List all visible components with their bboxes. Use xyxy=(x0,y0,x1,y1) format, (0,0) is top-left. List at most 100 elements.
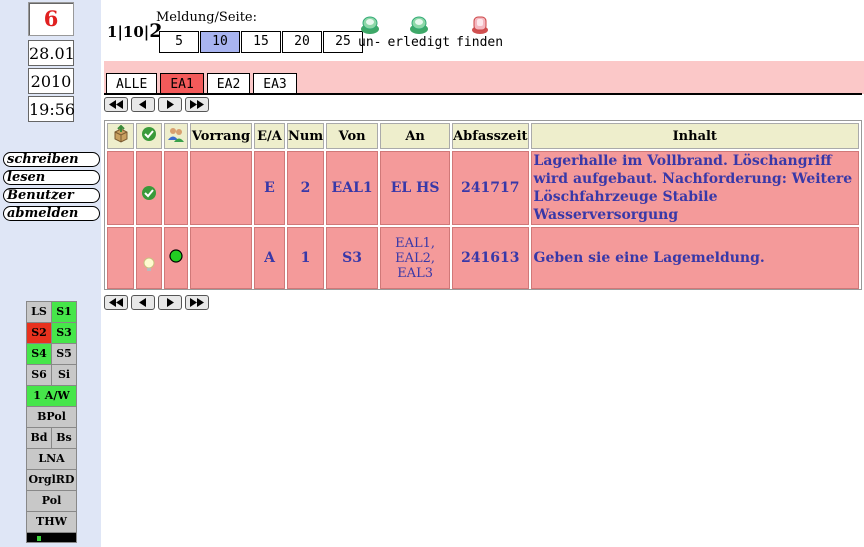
row-ea: E xyxy=(254,151,285,225)
done-button[interactable]: erledigt xyxy=(387,14,450,50)
per-page-5[interactable]: 5 xyxy=(159,31,199,53)
find-button[interactable]: finden xyxy=(456,14,503,50)
header-inhalt[interactable]: Inhalt xyxy=(530,123,859,149)
row-abfasszeit: 241717 xyxy=(452,151,529,225)
per-page-10[interactable]: 10 xyxy=(200,31,240,53)
right-icon xyxy=(167,298,174,307)
status-s2[interactable]: S2 xyxy=(27,323,52,343)
row-bulb-cell xyxy=(136,227,162,289)
tab-ea3[interactable]: EA3 xyxy=(253,73,297,94)
tab-underline xyxy=(104,93,862,95)
header-ea[interactable]: E/A xyxy=(254,123,285,149)
header-vorrang[interactable]: Vorrang xyxy=(190,123,252,149)
status-ls[interactable]: LS xyxy=(27,302,52,322)
double-right-icon xyxy=(190,298,204,307)
check-icon xyxy=(142,186,156,200)
message-counter: 6 xyxy=(28,2,74,36)
first-page-button[interactable] xyxy=(104,97,128,112)
page-indicator: 1|10|2 xyxy=(107,20,163,42)
toolbar: un- erledigt finden xyxy=(358,14,509,50)
per-page-20[interactable]: 20 xyxy=(282,31,322,53)
row-users-cell xyxy=(164,151,188,225)
pager-top xyxy=(104,97,212,112)
status-s3[interactable]: S3 xyxy=(52,323,76,343)
status-1aw[interactable]: 1 A/W xyxy=(27,386,76,406)
row-vorrang xyxy=(190,227,252,289)
header-num[interactable]: Num xyxy=(287,123,325,149)
status-s6[interactable]: S6 xyxy=(27,365,52,385)
date-display: 28.01 xyxy=(28,40,75,66)
right-icon xyxy=(167,100,174,109)
users-icon xyxy=(168,128,184,142)
status-bd[interactable]: Bd xyxy=(27,428,52,448)
header-abfasszeit[interactable]: Abfasszeit xyxy=(452,123,529,149)
tab-ea1[interactable]: EA1 xyxy=(160,73,204,94)
next-page-button[interactable] xyxy=(158,97,182,112)
per-page-25[interactable]: 25 xyxy=(323,31,363,53)
header-an[interactable]: An xyxy=(380,123,451,149)
nav-link-lesen[interactable]: lesen xyxy=(3,170,100,185)
header-von[interactable]: Von xyxy=(326,123,379,149)
row-ea: A xyxy=(254,227,285,289)
year-display: 2010 xyxy=(28,68,74,94)
status-s5[interactable]: S5 xyxy=(52,344,76,364)
double-left-icon xyxy=(109,100,123,109)
status-s4[interactable]: S4 xyxy=(27,344,52,364)
per-page-15[interactable]: 15 xyxy=(241,31,281,53)
next-page-button[interactable] xyxy=(158,295,182,310)
row-inhalt: Geben sie eine Lagemeldung. xyxy=(530,227,859,289)
row-von: EAL1 xyxy=(326,151,379,225)
header-check-col[interactable] xyxy=(136,123,162,149)
nav-link-abmelden[interactable]: abmelden xyxy=(3,206,100,221)
tab-ea2[interactable]: EA2 xyxy=(206,73,251,94)
tab-alle[interactable]: ALLE xyxy=(106,73,158,94)
prev-page-button[interactable] xyxy=(131,295,155,310)
last-page-button[interactable] xyxy=(185,97,209,112)
sidebar: 6 28.01 2010 19:56 schreiben lesen Benut… xyxy=(0,0,101,547)
last-page-button[interactable] xyxy=(185,295,209,310)
row-box-cell xyxy=(107,151,134,225)
status-pol[interactable]: Pol xyxy=(27,491,76,511)
done-label: erledigt xyxy=(387,35,451,50)
status-orglrd[interactable]: OrglRD xyxy=(27,470,76,490)
left-icon xyxy=(139,298,146,307)
table-header: Vorrang E/A Num Von An Abfasszeit Inhalt xyxy=(107,123,859,149)
check-icon xyxy=(142,127,156,141)
left-icon xyxy=(139,100,146,109)
status-bs[interactable]: Bs xyxy=(52,428,76,448)
row-vorrang xyxy=(190,151,252,225)
bulb-icon xyxy=(143,257,155,271)
row-inhalt: Lagerhalle im Vollbrand. Löschangriff wi… xyxy=(530,151,859,225)
row-num: 1 xyxy=(287,227,325,289)
header-box-col[interactable] xyxy=(107,123,134,149)
status-bpol[interactable]: BPol xyxy=(27,407,76,427)
nav-link-schreiben[interactable]: schreiben xyxy=(3,152,100,167)
find-label: finden xyxy=(456,35,504,50)
box-icon xyxy=(114,124,127,143)
status-si[interactable]: Si xyxy=(52,365,76,385)
row-an: EAL1, EAL2, EAL3 xyxy=(380,227,451,289)
table-row[interactable]: A 1 S3 EAL1, EAL2, EAL3 241613 Geben sie… xyxy=(107,227,859,289)
status-indicator-dot xyxy=(37,536,41,541)
status-thw[interactable]: THW xyxy=(27,512,76,532)
nav-link-benutzer[interactable]: Benutzer xyxy=(3,188,100,203)
nav-links: schreiben lesen Benutzer abmelden xyxy=(3,152,101,224)
status-s1[interactable]: S1 xyxy=(52,302,76,322)
header-users-col[interactable] xyxy=(164,123,188,149)
row-abfasszeit: 241613 xyxy=(452,227,529,289)
row-num: 2 xyxy=(287,151,325,225)
status-lna[interactable]: LNA xyxy=(27,449,76,469)
message-table: Vorrang E/A Num Von An Abfasszeit Inhalt… xyxy=(104,120,862,290)
prev-page-button[interactable] xyxy=(131,97,155,112)
row-dot-cell xyxy=(164,227,188,289)
status-indicator-bar xyxy=(27,533,76,542)
tab-bar: ALLE EA1 EA2 EA3 xyxy=(106,73,300,94)
table-row[interactable]: E 2 EAL1 EL HS 241717 Lagerhalle im Voll… xyxy=(107,151,859,225)
row-an: EL HS xyxy=(380,151,451,225)
unit-status-panel: LS S1 S2 S3 S4 S5 S6 Si 1 A/W BPol Bd Bs LNA … xyxy=(26,301,77,543)
unread-button[interactable]: un- xyxy=(358,14,381,50)
first-page-button[interactable] xyxy=(104,295,128,310)
per-page-label: Meldung/Seite: xyxy=(156,10,257,25)
double-left-icon xyxy=(109,298,123,307)
unread-icon xyxy=(359,14,381,36)
